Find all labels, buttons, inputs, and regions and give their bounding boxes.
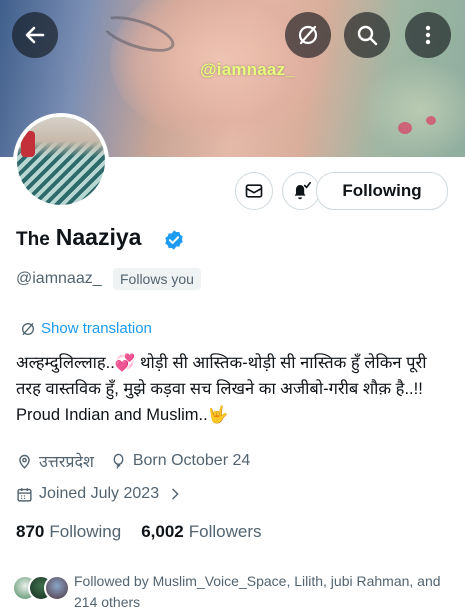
location-item: उत्तरप्रदेश xyxy=(16,450,94,472)
translate-off-button[interactable] xyxy=(285,12,331,58)
calendar-icon xyxy=(17,487,32,502)
joined-row[interactable]: Joined July 2023 xyxy=(16,485,205,503)
banner-flower xyxy=(426,116,436,125)
back-button[interactable] xyxy=(12,12,58,58)
more-button[interactable] xyxy=(405,12,451,58)
follow-stats: 870 Following 6,002 Followers xyxy=(16,522,281,542)
profile-bio: अल्हम्दुलिल्लाह..💞 थोड़ी सी आस्तिक-थोड़ी… xyxy=(16,354,427,424)
show-translation-label: Show translation xyxy=(41,320,152,337)
following-label: Following xyxy=(49,522,122,541)
banner-green-area xyxy=(360,60,465,157)
avatar-detail xyxy=(21,131,35,157)
notifications-button[interactable] xyxy=(282,172,320,210)
more-vertical-icon xyxy=(425,25,431,45)
search-button[interactable] xyxy=(344,12,390,58)
followed-by-text[interactable]: Followed by Muslim_Voice_Space, Lilith, … xyxy=(74,571,454,613)
joined-text: Joined July 2023 xyxy=(39,485,160,502)
envelope-icon xyxy=(245,184,263,198)
joined-item[interactable]: Joined July 2023 xyxy=(16,485,189,503)
birthday-item: Born October 24 xyxy=(110,452,250,470)
translate-off-icon xyxy=(298,25,318,45)
display-name-prefix: The xyxy=(16,229,50,250)
message-button[interactable] xyxy=(235,172,273,210)
following-button[interactable]: Following xyxy=(316,172,448,210)
display-name-main: Naaziya xyxy=(55,224,142,250)
bell-check-icon xyxy=(294,181,311,200)
birthday-text: Born October 24 xyxy=(132,452,251,469)
balloon-icon xyxy=(113,453,124,469)
verified-badge-icon[interactable] xyxy=(163,229,185,251)
banner-watermark: @iamnaaz_ xyxy=(200,60,295,79)
following-count: 870 xyxy=(16,522,45,541)
user-handle: @iamnaaz_ xyxy=(16,270,102,287)
location-text: उत्तरप्रदेश xyxy=(39,454,94,471)
followers-count: 6,002 xyxy=(141,522,184,541)
chevron-right-icon xyxy=(172,488,179,500)
following-stat[interactable]: 870 Following xyxy=(16,522,121,542)
follower-avatar[interactable] xyxy=(44,575,70,601)
arrow-left-icon xyxy=(25,26,45,44)
banner-flower xyxy=(398,122,412,134)
profile-meta-row: उत्तरप्रदेश Born October 24 xyxy=(16,450,266,472)
search-icon xyxy=(357,25,378,46)
follows-you-badge: Follows you xyxy=(113,268,201,290)
followers-label: Followers xyxy=(188,522,262,541)
location-pin-icon xyxy=(19,454,30,469)
display-name: The Naaziya xyxy=(16,224,141,251)
show-translation-link[interactable]: Show translation xyxy=(20,320,152,337)
profile-avatar[interactable] xyxy=(13,113,109,209)
translate-off-icon xyxy=(22,322,34,335)
followers-stat[interactable]: 6,002 Followers xyxy=(141,522,261,542)
